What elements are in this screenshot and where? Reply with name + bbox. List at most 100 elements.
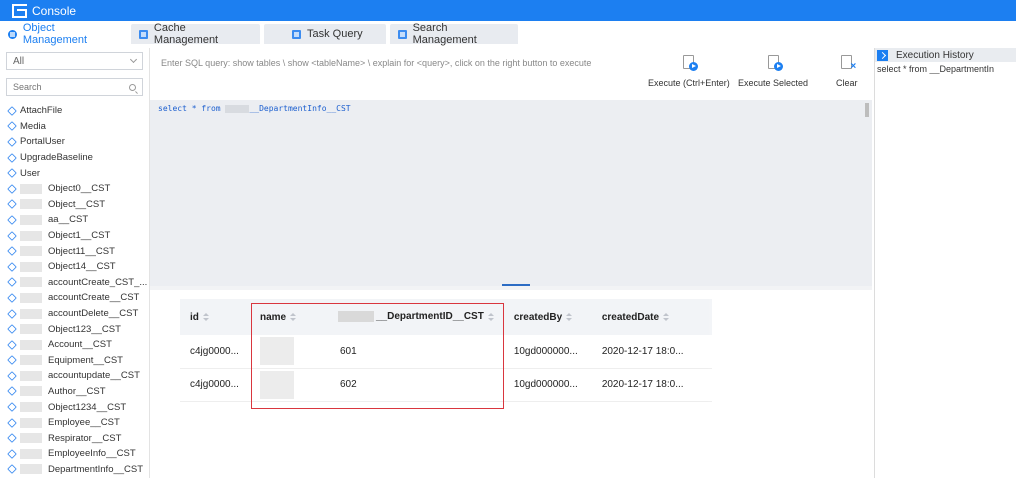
cell-department-id[interactable]: 602 <box>330 368 504 402</box>
object-cube-icon <box>7 215 17 225</box>
cell-department-id[interactable]: 601 <box>330 335 504 369</box>
object-list-item[interactable]: accountupdate__CST <box>7 368 148 384</box>
filter-value: All <box>13 55 25 67</box>
cube-icon <box>8 29 17 39</box>
editor-scrollbar[interactable] <box>865 103 869 117</box>
execute-selected-button[interactable]: Execute Selected <box>738 55 808 88</box>
column-header-id[interactable]: id <box>180 299 250 335</box>
table-row[interactable]: c4jg0000... 602 10gd000000... 2020-12-17… <box>180 368 712 402</box>
object-list-item-label: Object0__CST <box>48 183 111 195</box>
task-icon <box>292 29 301 39</box>
sort-icon[interactable] <box>487 312 494 321</box>
column-header-name[interactable]: name <box>250 299 330 335</box>
object-list-item[interactable]: Respirator__CST <box>7 430 148 446</box>
cell-created-date[interactable]: 2020-12-17 18:0... <box>591 368 712 402</box>
object-list-item[interactable]: Object__CST <box>7 197 148 213</box>
object-list-item[interactable]: Author__CST <box>7 384 148 400</box>
object-list-item-label: accountCreate__CST <box>48 292 140 304</box>
object-cube-icon <box>7 121 17 132</box>
cell-name[interactable] <box>250 368 330 402</box>
object-list-item[interactable]: Object0__CST <box>7 181 148 197</box>
object-cube-icon <box>7 199 17 210</box>
object-cube-icon <box>7 371 17 381</box>
object-list-item[interactable]: Object14__CST <box>7 259 148 275</box>
tab-task-query[interactable]: Task Query <box>264 24 386 44</box>
object-cube-icon <box>7 402 17 412</box>
object-list-item[interactable]: EmployeeInfo__CST <box>7 446 148 462</box>
history-entry[interactable]: select * from __DepartmentIn <box>875 62 1016 74</box>
tab-cache-management[interactable]: Cache Management <box>131 22 260 46</box>
column-header-created-by[interactable]: createdBy <box>503 299 592 335</box>
sort-icon[interactable] <box>202 312 209 321</box>
tab-object-management[interactable]: Object Management <box>0 22 128 46</box>
object-list-item[interactable]: Employee__CST <box>7 415 148 431</box>
object-cube-icon <box>7 168 17 178</box>
execute-selected-icon <box>767 55 783 71</box>
chevron-down-icon <box>129 55 138 64</box>
cell-created-date[interactable]: 2020-12-17 18:0... <box>591 335 712 369</box>
cell-created-by[interactable]: 10gd000000... <box>503 368 592 402</box>
object-list-item[interactable]: Media <box>7 119 148 135</box>
object-list-item-label: UpgradeBaseline <box>20 152 93 164</box>
history-header[interactable]: Execution History <box>875 48 1016 62</box>
object-list-item-label: Employee__CST <box>48 417 120 429</box>
object-list-item-label: aa__CST <box>48 214 89 226</box>
execution-history-panel: Execution History select * from __Depart… <box>874 48 1016 478</box>
object-list-item[interactable]: Object123__CST <box>7 321 148 337</box>
tab-search-management[interactable]: Search Management <box>390 22 518 46</box>
object-list-item-label: Object14__CST <box>48 261 116 273</box>
object-list-item[interactable]: Equipment__CST <box>7 353 148 369</box>
object-cube-icon <box>7 246 17 256</box>
object-list-item-label: User <box>20 167 41 179</box>
cell-id[interactable]: c4jg0000... <box>180 335 250 369</box>
object-filter-select[interactable]: All <box>6 52 143 70</box>
object-cube-icon <box>7 417 17 428</box>
execute-button[interactable]: Execute (Ctrl+Enter) <box>648 55 730 88</box>
object-search-box[interactable] <box>6 78 143 96</box>
object-list-item[interactable]: PortalUser <box>7 134 148 150</box>
tab-label: Object Management <box>22 22 88 46</box>
object-list-item-label: Object__CST <box>48 198 106 210</box>
object-list-item[interactable]: accountCreate__CST <box>7 290 148 306</box>
history-title: Execution History <box>896 49 974 61</box>
sort-icon[interactable] <box>566 312 573 321</box>
cell-name[interactable] <box>250 335 330 369</box>
object-list-item-label: accountupdate__CST <box>48 370 140 382</box>
sort-icon[interactable] <box>663 312 670 321</box>
clear-icon: × <box>841 55 856 72</box>
expand-arrow-icon[interactable] <box>877 49 888 61</box>
object-list-item[interactable]: AttachFile <box>7 103 148 119</box>
object-cube-icon <box>7 433 17 444</box>
sort-icon[interactable] <box>290 312 297 321</box>
object-list-item-label: Object1234__CST <box>48 401 127 413</box>
search-management-icon <box>398 29 407 39</box>
column-header-created-date[interactable]: createdDate <box>591 299 712 335</box>
object-cube-icon <box>7 230 17 241</box>
tab-label: Search Management <box>412 22 477 46</box>
object-list-item-label: accountDelete__CST <box>48 308 139 320</box>
object-list-item[interactable]: DepartmentInfo__CST <box>7 462 148 478</box>
sql-editor[interactable]: select * from __DepartmentInfo__CST <box>150 100 872 286</box>
object-list-item[interactable]: aa__CST <box>7 212 148 228</box>
cell-id[interactable]: c4jg0000... <box>180 368 250 402</box>
object-list-item[interactable]: accountDelete__CST <box>7 306 148 322</box>
object-list-item[interactable]: accountCreate_CST_... <box>7 275 148 291</box>
query-hint: Enter SQL query: show tables \ show <tab… <box>161 58 592 68</box>
object-list-item[interactable]: User <box>7 165 148 181</box>
object-list-item[interactable]: UpgradeBaseline <box>7 150 148 166</box>
clear-button[interactable]: × Clear <box>836 55 858 88</box>
sql-text[interactable]: select * from __DepartmentInfo__CST <box>158 104 351 113</box>
object-cube-icon <box>7 464 17 475</box>
column-header-department-id[interactable]: __DepartmentID__CST <box>330 299 504 335</box>
object-list-item[interactable]: Object1234__CST <box>7 399 148 415</box>
object-list-item-label: DepartmentInfo__CST <box>48 463 144 475</box>
object-list-item[interactable]: Object1__CST <box>7 228 148 244</box>
cell-created-by[interactable]: 10gd000000... <box>503 335 592 369</box>
table-row[interactable]: c4jg0000... 601 10gd000000... 2020-12-17… <box>180 335 712 369</box>
object-search-input[interactable] <box>13 82 123 92</box>
object-list-item[interactable]: Account__CST <box>7 337 148 353</box>
object-cube-icon <box>7 386 17 397</box>
search-icon[interactable] <box>129 83 136 91</box>
object-list-item[interactable]: Object11__CST <box>7 243 148 259</box>
object-cube-icon <box>7 355 17 366</box>
